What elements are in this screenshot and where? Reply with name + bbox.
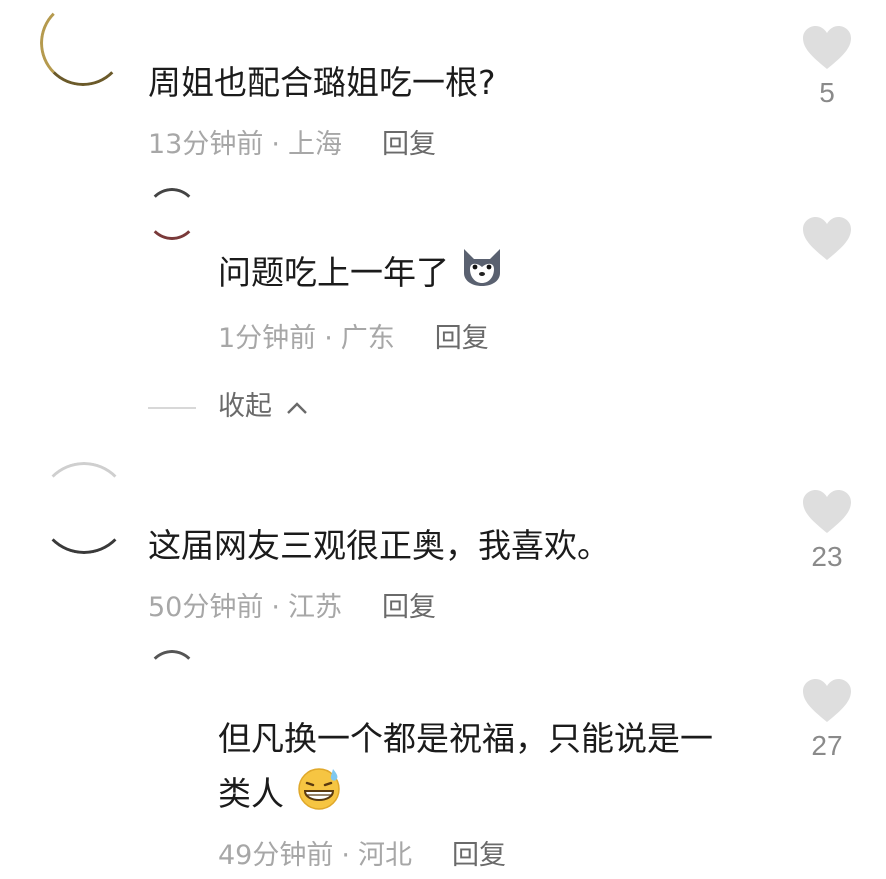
comment-text: 但凡换一个都是祝福，只能说是一 [218, 713, 713, 765]
like-count: 5 [819, 77, 835, 108]
avatar[interactable] [146, 188, 198, 240]
comment-text: 问题吃上一年了 [218, 247, 504, 302]
reply-button[interactable]: 回复 [435, 323, 489, 354]
comment-text: 周姐也配合璐姐吃一根? [148, 63, 496, 102]
heart-icon [803, 217, 851, 260]
comment-location: 江苏 [287, 592, 342, 623]
divider [148, 406, 196, 409]
reply-button[interactable]: 回复 [382, 129, 436, 160]
comment-meta: 1分钟前 · 广东 回复 [218, 316, 489, 355]
like-button[interactable]: 23 [797, 489, 857, 573]
comment-location: 河北 [357, 840, 412, 871]
heart-icon [803, 490, 851, 533]
heart-icon [803, 26, 851, 69]
collapse-label: 收起 [218, 391, 272, 422]
separator: · [271, 129, 280, 160]
comment-meta: 13分钟前 · 上海 回复 [148, 122, 436, 161]
like-button[interactable] [797, 216, 857, 262]
like-button[interactable]: 27 [797, 678, 857, 762]
reply-button[interactable]: 回复 [452, 840, 506, 871]
separator: · [271, 592, 280, 623]
comment-meta: 49分钟前 · 河北 回复 [218, 833, 506, 872]
comment-time: 50分钟前 [148, 592, 264, 623]
collapse-replies-button[interactable]: 收起 [148, 384, 309, 423]
separator: · [324, 323, 333, 354]
wolf-face-icon [460, 247, 504, 302]
heart-icon [803, 679, 851, 722]
like-count: 23 [811, 541, 843, 572]
like-button[interactable]: 5 [797, 25, 857, 109]
reply-button[interactable]: 回复 [382, 592, 436, 623]
comment-text-line: 类人 [218, 774, 284, 813]
comment-location: 广东 [340, 323, 395, 354]
comment-text-content: 问题吃上一年了 [218, 253, 449, 292]
avatar[interactable] [40, 0, 126, 86]
avatar[interactable] [38, 462, 130, 554]
comment-text: 这届网友三观很正奥，我喜欢。 [148, 526, 610, 565]
avatar[interactable] [146, 650, 198, 702]
comment-time: 49分钟前 [218, 840, 334, 871]
comment-text: 类人 [218, 765, 343, 826]
comment-text-line: 但凡换一个都是祝福，只能说是一 [218, 719, 713, 758]
like-count: 27 [811, 730, 843, 761]
comment-location: 上海 [287, 129, 342, 160]
comment-time: 13分钟前 [148, 129, 264, 160]
separator: · [341, 840, 350, 871]
grinning-sweat-icon [295, 765, 343, 826]
chevron-up-icon [285, 392, 309, 423]
comment-meta: 50分钟前 · 江苏 回复 [148, 585, 436, 624]
comment-time: 1分钟前 [218, 323, 317, 354]
